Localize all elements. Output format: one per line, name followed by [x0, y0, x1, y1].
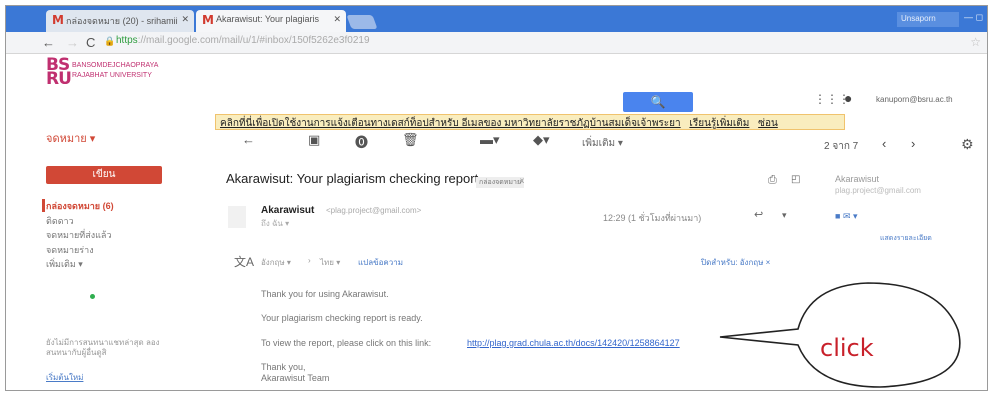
- close-tab-icon[interactable]: ✕: [181, 14, 189, 25]
- mail-menu[interactable]: จดหมาย ▾: [46, 129, 95, 147]
- gmail-icon: M: [52, 13, 64, 27]
- settings-gear-icon[interactable]: ⚙: [961, 136, 974, 153]
- contact-actions[interactable]: ■ ✉ ▾: [835, 211, 858, 222]
- forward-arrow-icon[interactable]: →: [66, 35, 79, 50]
- email-body-line: To view the report, please click on this…: [261, 338, 432, 348]
- active-nav-marker: [42, 199, 45, 212]
- translate-icon: 文A: [234, 255, 255, 269]
- pagination-count: 2 จาก 7: [824, 141, 859, 152]
- report-link[interactable]: http://plag.grad.chula.ac.th/docs/142420…: [467, 338, 680, 348]
- browser-tab-inbox[interactable]: M กล่องจดหมาย (20) - srihamii ✕: [46, 10, 194, 32]
- move-to-folder-icon[interactable]: ▬▾: [480, 132, 500, 148]
- university-logo: BS RU: [46, 55, 72, 89]
- delete-icon[interactable]: 🗑: [402, 132, 419, 148]
- toolbar-more-menu[interactable]: เพิ่มเติม ▾: [582, 136, 623, 151]
- reply-icon[interactable]: ↩: [754, 208, 763, 221]
- translate-message-link[interactable]: แปลข้อความ: [358, 256, 403, 269]
- email-body-line: Thank you,: [261, 362, 306, 372]
- translate-target-language[interactable]: ไทย ▾: [320, 256, 340, 269]
- inbox-label-chip[interactable]: กล่องจดหมาย: [476, 177, 525, 188]
- sidebar-item-starred[interactable]: ติดดาว: [46, 214, 74, 228]
- newer-arrow-icon[interactable]: ‹: [882, 136, 886, 151]
- account-email[interactable]: kanuporn@bsru.ac.th: [876, 95, 953, 104]
- translate-source-language[interactable]: อังกฤษ ▾: [261, 256, 291, 269]
- reload-icon[interactable]: C: [86, 35, 95, 50]
- email-body-line: Your plagiarism checking report is ready…: [261, 313, 423, 323]
- sidebar-item-sent[interactable]: จดหมายที่ส่งแล้ว: [46, 228, 112, 242]
- contact-card-email: plag.project@gmail.com: [835, 186, 921, 195]
- turn-off-translation-link[interactable]: ปิดสำหรับ: อังกฤษ ×: [701, 256, 770, 269]
- translate-arrow: ›: [308, 256, 311, 265]
- report-spam-icon[interactable]: ⓿: [355, 132, 368, 151]
- browser-tab-report[interactable]: M Akarawisut: Your plagiaris ✕: [196, 10, 346, 32]
- back-to-inbox-icon[interactable]: ←: [242, 132, 255, 147]
- email-contact-icon[interactable]: ✉: [843, 211, 851, 221]
- click-callout-bubble: [719, 282, 961, 388]
- sidebar-item-drafts[interactable]: จดหมายร่าง: [46, 243, 94, 257]
- email-timestamp: 12:29 (1 ชั่วโมงที่ผ่านมา): [603, 213, 702, 223]
- browser-tabstrip: M กล่องจดหมาย (20) - srihamii ✕ M Akaraw…: [6, 6, 987, 32]
- window-controls[interactable]: — ◻: [964, 12, 983, 23]
- archive-icon[interactable]: ▣: [308, 132, 320, 148]
- new-tab-button[interactable]: [346, 15, 378, 29]
- video-call-icon[interactable]: ■: [835, 211, 840, 221]
- notice-enable-link[interactable]: คลิกที่นี่เพื่อเปิดใช้งานการแจ้งเตือนทาง…: [220, 118, 681, 129]
- compose-button[interactable]: เขียน: [46, 166, 162, 184]
- sidebar-item-more[interactable]: เพิ่มเติม ▾: [46, 257, 83, 271]
- sidebar-item-inbox[interactable]: กล่องจดหมาย (6): [46, 199, 114, 213]
- address-row: ← → C 🔒 https://mail.google.com/mail/u/1…: [6, 32, 987, 54]
- notice-learn-more-link[interactable]: เรียนรู้เพิ่มเติม: [689, 118, 749, 129]
- notice-hide-link[interactable]: ซ่อน: [758, 118, 778, 129]
- gmail-icon: M: [202, 13, 214, 27]
- search-icon: 🔍: [650, 95, 666, 109]
- sender-name[interactable]: Akarawisut: [261, 205, 314, 216]
- back-arrow-icon[interactable]: ←: [42, 35, 55, 50]
- click-annotation-label: click: [820, 334, 874, 362]
- hangouts-status-icon: [90, 294, 95, 299]
- desktop-notification-banner: คลิกที่นี่เพื่อเปิดใช้งานการแจ้งเตือนทาง…: [215, 114, 845, 130]
- email-body-line: Akarawisut Team: [261, 373, 330, 383]
- labels-icon[interactable]: ◆▾: [533, 132, 550, 148]
- remove-label-icon[interactable]: x: [520, 176, 524, 185]
- address-bar[interactable]: 🔒 https://mail.google.com/mail/u/1/#inbo…: [102, 35, 962, 51]
- search-button[interactable]: 🔍: [623, 92, 693, 112]
- close-tab-icon[interactable]: ✕: [333, 14, 341, 25]
- chat-start-link[interactable]: เริ่มต้นใหม่: [46, 371, 83, 384]
- sender-email: <plag.project@gmail.com>: [326, 206, 422, 215]
- email-body-line: Thank you for using Akarawisut.: [261, 289, 389, 299]
- lock-icon: 🔒: [104, 36, 116, 46]
- university-logo-text: BANSOMDEJCHAOPRAYA RAJABHAT UNIVERSITY: [72, 62, 159, 79]
- recipient-details[interactable]: ถึง ฉัน ▾: [261, 217, 289, 230]
- more-options-icon[interactable]: ▾: [782, 210, 787, 221]
- contact-more-details-link[interactable]: แสดงรายละเอียด: [880, 233, 932, 244]
- bookmark-star-icon[interactable]: ☆: [970, 35, 981, 49]
- sender-avatar: [228, 206, 246, 228]
- new-window-icon[interactable]: ◰: [791, 174, 800, 185]
- window-user-label: Unsaporn: [897, 12, 959, 27]
- email-subject: Akarawisut: Your plagiarism checking rep…: [226, 171, 479, 186]
- notifications-icon[interactable]: ●: [844, 90, 852, 106]
- contact-card-name: Akarawisut: [835, 174, 880, 184]
- older-arrow-icon[interactable]: ›: [911, 136, 915, 151]
- chat-empty-note: ยังไม่มีการสนทนาแชทล่าสุด ลองสนทนากับผู้…: [46, 338, 160, 357]
- print-icon[interactable]: ⎙: [768, 174, 777, 187]
